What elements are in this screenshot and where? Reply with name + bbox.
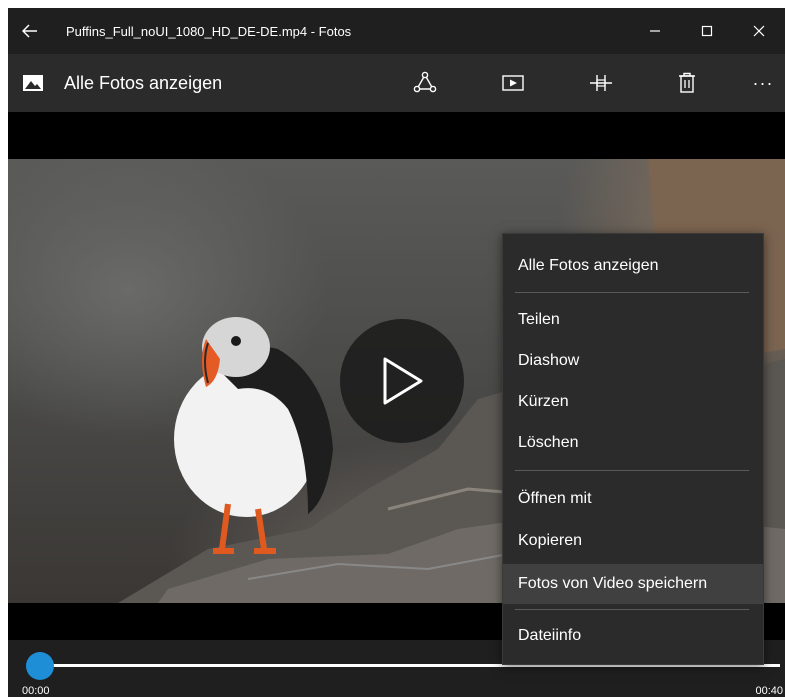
context-menu: Alle Fotos anzeigen Teilen Diashow Kürze… bbox=[502, 233, 764, 665]
window-title: Puffins_Full_noUI_1080_HD_DE-DE.mp4 - Fo… bbox=[66, 23, 352, 39]
menu-separator bbox=[515, 470, 749, 471]
share-icon bbox=[413, 71, 437, 93]
play-button[interactable] bbox=[340, 319, 464, 443]
minimize-button[interactable] bbox=[629, 8, 681, 54]
command-bar: Alle Fotos anzeigen ··· bbox=[8, 54, 785, 112]
trim-icon bbox=[590, 75, 612, 91]
share-button[interactable] bbox=[400, 54, 450, 112]
title-bar: Puffins_Full_noUI_1080_HD_DE-DE.mp4 - Fo… bbox=[8, 8, 785, 54]
delete-button[interactable] bbox=[662, 54, 712, 112]
menu-item-show-all-photos[interactable]: Alle Fotos anzeigen bbox=[503, 248, 763, 284]
menu-item-delete[interactable]: Löschen bbox=[503, 425, 763, 461]
slideshow-icon bbox=[502, 75, 524, 91]
menu-item-open-with[interactable]: Öffnen mit bbox=[503, 481, 763, 517]
menu-item-copy[interactable]: Kopieren bbox=[503, 523, 763, 559]
minimize-icon bbox=[650, 30, 660, 32]
slideshow-button[interactable] bbox=[488, 54, 538, 112]
maximize-icon bbox=[701, 25, 713, 37]
maximize-button[interactable] bbox=[681, 8, 733, 54]
total-time: 00:40 bbox=[755, 685, 783, 697]
menu-separator bbox=[515, 292, 749, 293]
show-all-photos-label: Alle Fotos anzeigen bbox=[64, 72, 223, 93]
menu-item-trim[interactable]: Kürzen bbox=[503, 384, 763, 420]
window-controls bbox=[629, 8, 785, 54]
menu-separator bbox=[515, 609, 749, 610]
close-icon bbox=[753, 25, 765, 37]
trash-icon bbox=[679, 72, 695, 93]
menu-item-save-photos-from-video[interactable]: Fotos von Video speichern bbox=[503, 564, 763, 604]
elapsed-time: 00:00 bbox=[22, 685, 50, 697]
back-button[interactable] bbox=[8, 8, 52, 54]
picture-icon bbox=[23, 75, 43, 91]
menu-item-file-info[interactable]: Dateiinfo bbox=[503, 618, 763, 654]
seek-thumb[interactable] bbox=[26, 652, 54, 680]
arrow-left-icon bbox=[22, 24, 37, 38]
menu-item-share[interactable]: Teilen bbox=[503, 302, 763, 338]
menu-item-slideshow[interactable]: Diashow bbox=[503, 343, 763, 379]
more-options-button[interactable]: ··· bbox=[738, 54, 785, 112]
show-all-photos-button[interactable]: Alle Fotos anzeigen bbox=[22, 54, 222, 112]
puffin-illustration bbox=[174, 317, 333, 554]
play-icon bbox=[383, 357, 423, 405]
photos-app-window: Puffins_Full_noUI_1080_HD_DE-DE.mp4 - Fo… bbox=[8, 8, 785, 697]
close-button[interactable] bbox=[733, 8, 785, 54]
trim-button[interactable] bbox=[576, 54, 626, 112]
